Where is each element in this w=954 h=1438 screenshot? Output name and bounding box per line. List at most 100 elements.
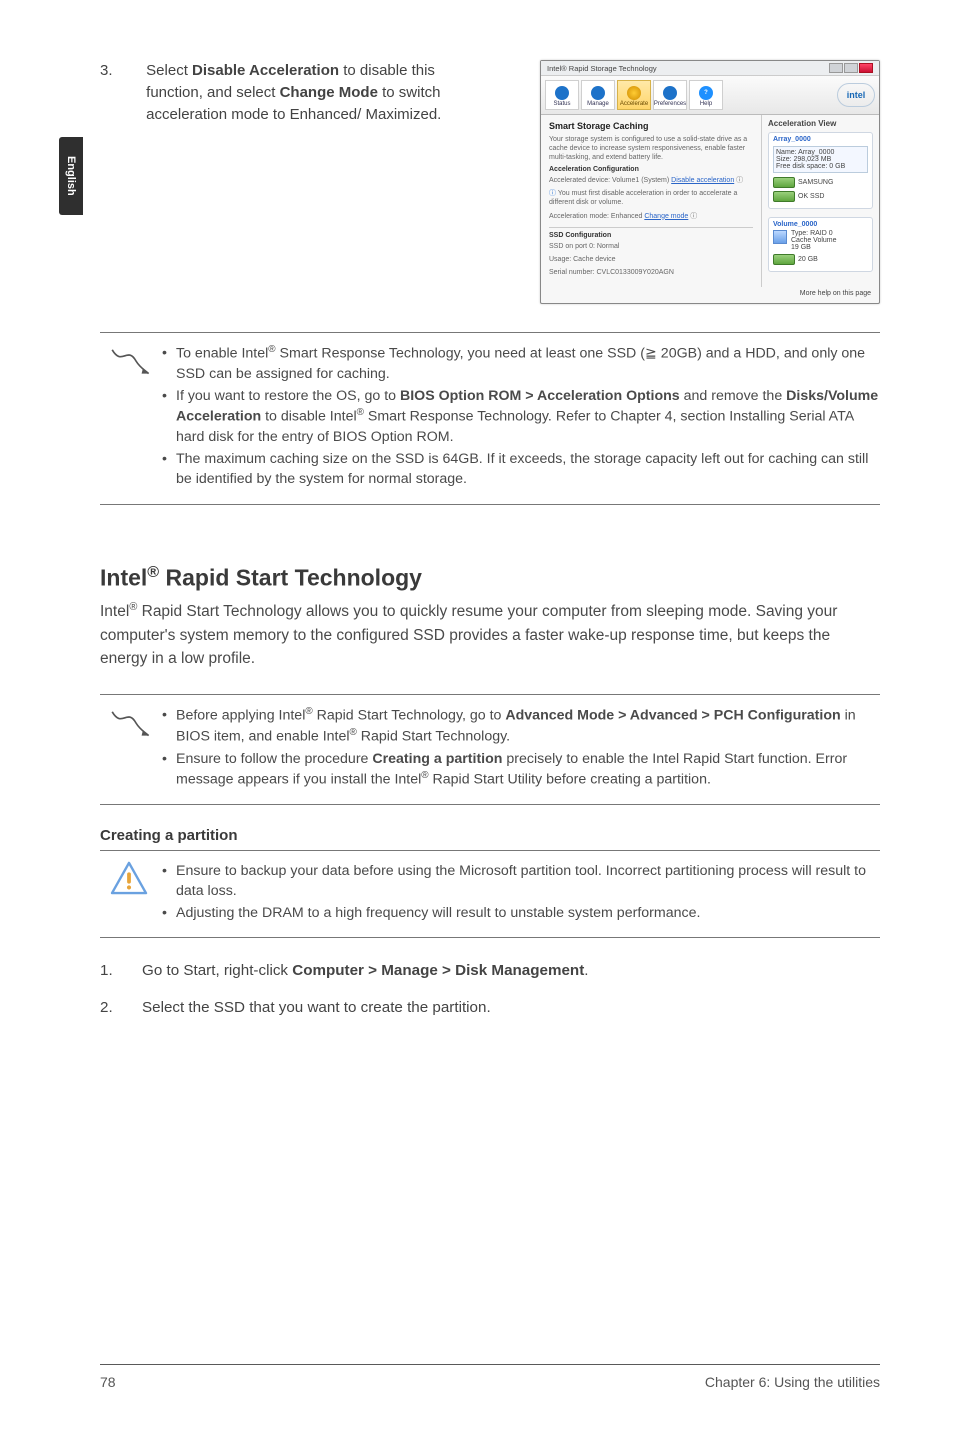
info: Name: Array_0000 (776, 149, 865, 156)
drive-label: OK SSD (798, 193, 824, 200)
step-text: Select the SSD that you want to create t… (142, 997, 491, 1020)
text: To enable Intel (176, 346, 268, 362)
step-3-body: Select Disable Acceleration to disable t… (146, 60, 464, 125)
volume-icon (773, 230, 787, 244)
text: Intel (100, 564, 147, 590)
subheading-creating-partition: Creating a partition (100, 827, 880, 844)
note-item: Before applying Intel® Rapid Start Techn… (158, 705, 880, 747)
text: to disable Intel (261, 409, 356, 425)
step-3-number: 3. (100, 60, 142, 82)
drive-label: 20 GB (798, 256, 818, 263)
disable-acceleration-link[interactable]: Disable acceleration (671, 177, 734, 184)
status-icon (555, 86, 569, 100)
reg-mark: ® (350, 727, 357, 738)
text: Select (146, 62, 192, 79)
note-item: Ensure to follow the procedure Creating … (158, 749, 880, 790)
intel-logo: intel (837, 83, 875, 107)
text: Rapid Start Technology allows you to qui… (100, 603, 837, 667)
text: Go to Start, right-click (142, 962, 292, 979)
text: Rapid Start Utility before creating a pa… (429, 772, 711, 788)
step-number: 1. (100, 960, 142, 983)
info: Type: RAID 0 (791, 230, 837, 237)
note-item: To enable Intel® Smart Response Technolo… (158, 343, 880, 384)
text: Intel (100, 603, 129, 620)
ssd-config-heading: SSD Configuration (549, 232, 753, 239)
accel-device-line: Accelerated device: Volume1 (System) Dis… (549, 176, 753, 185)
toolbar: Status Manage Accelerate Preferences ?He… (541, 76, 879, 115)
toolbar-accelerate[interactable]: Accelerate (617, 80, 651, 110)
text: . (584, 962, 588, 979)
bold: BIOS Option ROM > Acceleration Options (400, 388, 680, 404)
window-title: Intel® Rapid Storage Technology (547, 64, 657, 73)
page-footer: 78 Chapter 6: Using the utilities (100, 1374, 880, 1390)
desc: Your storage system is configured to use… (549, 135, 753, 162)
bold: Creating a partition (372, 751, 502, 767)
window-titlebar: Intel® Rapid Storage Technology (541, 61, 879, 76)
ssd-line: Serial number: CVLC0133009Y020AGN (549, 268, 753, 277)
bold: Advanced Mode > Advanced > PCH Configura… (505, 708, 840, 724)
step-3: 3. Select Disable Acceleration to disabl… (100, 60, 880, 304)
text: Accelerated device: Volume1 (System) (549, 177, 671, 184)
bold: Computer > Manage > Disk Management (292, 962, 584, 979)
step-number: 2. (100, 997, 142, 1020)
note-item: The maximum caching size on the SSD is 6… (158, 449, 880, 489)
toolbar-preferences[interactable]: Preferences (653, 80, 687, 110)
step-1: 1.Go to Start, right-click Computer > Ma… (100, 960, 880, 983)
label: Accelerate (620, 101, 648, 107)
note-item: If you want to restore the OS, go to BIO… (158, 386, 880, 447)
warning-item: Adjusting the DRAM to a high frequency w… (158, 903, 880, 923)
change-mode-link[interactable]: Change mode (644, 213, 688, 220)
ge-symbol: ≧ (645, 346, 657, 362)
screenshot-right-pane: Acceleration View Array_0000 Name: Array… (761, 115, 879, 287)
text: and remove the (680, 388, 786, 404)
close-button[interactable] (859, 63, 873, 73)
label: Manage (587, 101, 609, 107)
drive-row: 20 GB (773, 254, 868, 265)
toolbar-manage[interactable]: Manage (581, 80, 615, 110)
warning-block: Ensure to backup your data before using … (100, 850, 880, 938)
accelerate-icon (627, 86, 641, 100)
array-name: Array_0000 (773, 136, 868, 143)
drive-row: SAMSUNG (773, 177, 868, 188)
info: Free disk space: 0 GB (776, 163, 865, 170)
text: Smart Response Technology, you need at l… (276, 346, 645, 362)
step-text: Go to Start, right-click Computer > Mana… (142, 960, 588, 983)
warning-item: Ensure to backup your data before using … (158, 861, 880, 901)
manage-icon (591, 86, 605, 100)
steps-list: 1.Go to Start, right-click Computer > Ma… (100, 960, 880, 1020)
array-card[interactable]: Array_0000 Name: Array_0000 Size: 298,02… (768, 132, 873, 209)
warning-body: Ensure to backup your data before using … (158, 861, 880, 925)
cache-volume-card[interactable]: Volume_0000 Type: RAID 0 Cache Volume 19… (768, 217, 873, 272)
text: If you want to restore the OS, go to (176, 388, 400, 404)
warning-icon (100, 861, 158, 895)
smart-storage-heading: Smart Storage Caching (549, 121, 753, 131)
toolbar-help[interactable]: ?Help (689, 80, 723, 110)
note-block-1: To enable Intel® Smart Response Technolo… (100, 332, 880, 505)
text: Ensure to follow the procedure (176, 751, 372, 767)
help-icon: ? (699, 86, 713, 100)
reg-mark: ® (268, 344, 275, 355)
reg-mark: ® (147, 563, 159, 581)
page-content: 3. Select Disable Acceleration to disabl… (100, 60, 880, 1034)
bold: Disable Acceleration (192, 62, 339, 79)
screenshot-left-pane: Smart Storage Caching Your storage syste… (541, 115, 761, 287)
screenshot-footer: More help on this page (541, 287, 879, 303)
toolbar-status[interactable]: Status (545, 80, 579, 110)
note-body: Before applying Intel® Rapid Start Techn… (158, 705, 880, 792)
more-help-link[interactable]: More help on this page (800, 290, 871, 297)
screenshot-main: Smart Storage Caching Your storage syste… (541, 115, 879, 287)
info: 19 GB (791, 244, 837, 251)
reg-mark: ® (305, 706, 312, 717)
minimize-button[interactable] (829, 63, 843, 73)
label: Help (700, 101, 712, 107)
reg-mark: ® (357, 407, 364, 418)
accel-mode-line: Acceleration mode: Enhanced Change mode … (549, 212, 753, 221)
accel-config-heading: Acceleration Configuration (549, 166, 753, 173)
accel-view-heading: Acceleration View (768, 119, 873, 128)
note-icon (100, 343, 158, 377)
section-heading: Intel® Rapid Start Technology (100, 563, 880, 592)
irst-screenshot: Intel® Rapid Storage Technology Status M… (540, 60, 880, 304)
note-icon (100, 705, 158, 739)
maximize-button[interactable] (844, 63, 858, 73)
drive-row: OK SSD (773, 191, 868, 202)
